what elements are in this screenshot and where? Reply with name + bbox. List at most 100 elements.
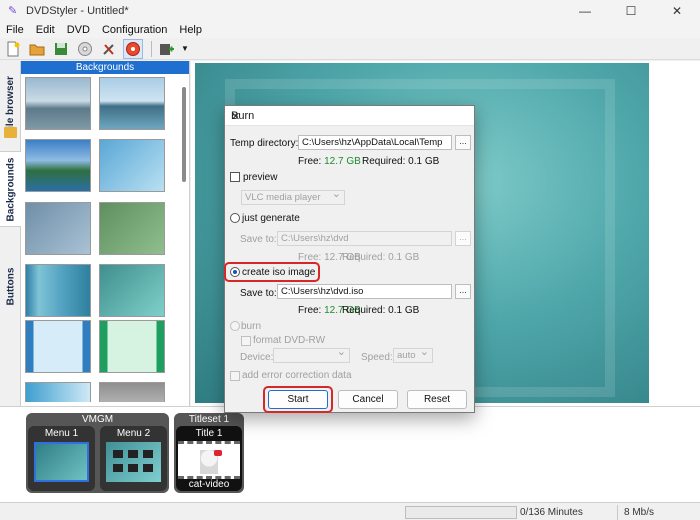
temp-directory-field[interactable]: C:\Users\hz\AppData\Local\Temp <box>298 135 452 150</box>
video-thumbnail <box>178 441 240 479</box>
generate-browse-button[interactable]: ... <box>455 231 471 246</box>
error-correction-label: add error correction data <box>242 370 352 381</box>
background-thumbnail[interactable] <box>25 77 91 130</box>
create-iso-label: create iso image <box>242 267 316 278</box>
dialog-title-bar: Burn ✕ <box>225 106 474 126</box>
background-thumbnail[interactable] <box>25 139 91 192</box>
status-progress-bar <box>405 506 517 519</box>
background-thumbnail[interactable] <box>25 320 91 373</box>
side-tabs: File browser Backgrounds Buttons <box>0 61 21 406</box>
tab-buttons-label: Buttons <box>5 267 16 305</box>
video-name: cat-video <box>188 479 230 490</box>
background-thumbnail[interactable] <box>99 382 165 402</box>
film-add-icon <box>160 43 174 55</box>
preview-player-select[interactable]: VLC media player <box>241 188 345 205</box>
iso-browse-button[interactable]: ... <box>455 284 471 299</box>
save-button[interactable] <box>51 39 71 59</box>
status-bitrate: 8 Mb/s <box>624 507 655 518</box>
save-icon <box>55 42 67 55</box>
tab-buttons[interactable]: Buttons <box>0 251 21 321</box>
menu-help[interactable]: Help <box>173 24 208 36</box>
settings-button[interactable] <box>99 39 119 59</box>
reset-button[interactable]: Reset <box>407 390 467 409</box>
minimize-button[interactable]: — <box>562 0 608 22</box>
add-file-dropdown[interactable]: ▼ <box>180 39 190 59</box>
just-generate-radio[interactable] <box>230 213 240 223</box>
chevron-down-icon: ▼ <box>181 44 189 53</box>
toolbar: ▼ <box>0 38 700 60</box>
background-thumbnail[interactable] <box>25 264 91 317</box>
background-thumbnail[interactable] <box>99 264 165 317</box>
background-thumbnail[interactable] <box>25 382 91 402</box>
folder-icon <box>4 127 17 138</box>
folder-open-icon <box>29 44 45 55</box>
background-thumbnail[interactable] <box>99 202 165 255</box>
menu-configuration[interactable]: Configuration <box>96 24 173 36</box>
app-logo-icon: ✎ <box>8 5 18 17</box>
generate-required-label: Required: 0.1 GB <box>342 252 420 263</box>
burn-radio[interactable] <box>230 321 240 331</box>
background-thumbnail[interactable] <box>99 77 165 130</box>
iso-required-label: Required: 0.1 GB <box>342 305 420 316</box>
tab-backgrounds[interactable]: Backgrounds <box>0 151 21 227</box>
burn-label: burn <box>241 321 262 332</box>
background-thumbnail[interactable] <box>25 202 91 255</box>
device-select[interactable] <box>273 346 350 363</box>
generate-save-to-label: Save to: <box>240 234 277 245</box>
burn-disc-icon <box>126 41 140 56</box>
generate-save-to-field[interactable]: C:\Users\hz\dvd <box>277 231 452 246</box>
menu-1-label: Menu 1 <box>44 428 79 439</box>
speed-select[interactable]: auto <box>393 346 433 363</box>
menu-1-thumbnail <box>34 442 89 482</box>
cancel-button[interactable]: Cancel <box>338 390 398 409</box>
panel-scrollbar[interactable] <box>180 77 188 402</box>
toolbar-separator <box>151 40 152 57</box>
iso-save-to-field[interactable]: C:\Users\hz\dvd.iso <box>277 284 452 299</box>
add-file-button[interactable] <box>156 39 176 59</box>
title-bar: ✎ DVDStyler - Untitled* — ☐ ✕ <box>0 0 700 22</box>
temp-browse-button[interactable]: ... <box>455 135 471 150</box>
background-thumbnail[interactable] <box>99 139 165 192</box>
vmgm-label: VMGM <box>81 414 114 425</box>
device-label: Device: <box>240 352 274 363</box>
disc-button[interactable] <box>75 39 95 59</box>
backgrounds-panel: Backgrounds <box>21 61 190 406</box>
format-dvdrw-checkbox[interactable] <box>241 336 251 346</box>
burn-button[interactable] <box>123 38 143 59</box>
new-file-button[interactable] <box>3 39 23 59</box>
error-correction-checkbox[interactable] <box>230 371 240 381</box>
dialog-close-icon[interactable]: ✕ <box>231 110 468 123</box>
window-controls: — ☐ ✕ <box>562 0 700 22</box>
iso-save-to-label: Save to: <box>240 288 277 299</box>
preview-checkbox[interactable] <box>230 172 240 182</box>
start-button[interactable]: Start <box>268 390 328 409</box>
menu-bar: File Edit DVD Configuration Help <box>0 22 700 38</box>
menu-2-card[interactable]: Menu 2 <box>100 426 167 491</box>
menu-file[interactable]: File <box>0 24 30 36</box>
just-generate-label: just generate <box>242 213 300 224</box>
maximize-button[interactable]: ☐ <box>608 0 654 22</box>
menu-edit[interactable]: Edit <box>30 24 61 36</box>
status-bar: 0/136 Minutes 8 Mb/s <box>0 502 700 520</box>
create-iso-radio[interactable] <box>230 267 240 277</box>
menu-1-card[interactable]: Menu 1 <box>28 426 95 491</box>
window-title: DVDStyler - Untitled* <box>26 5 129 17</box>
title-1-label: Title 1 <box>195 428 223 439</box>
new-file-icon <box>7 41 20 56</box>
temp-required-label: Required: 0.1 GB <box>362 156 440 167</box>
menu-dvd[interactable]: DVD <box>61 24 96 36</box>
temp-directory-label: Temp directory: <box>230 138 299 149</box>
vmgm-group: VMGM Menu 1 Menu 2 <box>26 413 169 493</box>
titleset-label: Titleset 1 <box>188 414 230 425</box>
close-window-button[interactable]: ✕ <box>654 0 700 22</box>
tools-icon <box>103 43 114 55</box>
open-folder-button[interactable] <box>27 39 47 59</box>
free-label: Free: <box>298 156 322 167</box>
format-dvdrw-label: format DVD-RW <box>253 335 326 346</box>
titleset-manager: VMGM Menu 1 Menu 2 Titleset 1 Title 1 ca… <box>0 406 700 502</box>
status-separator <box>617 505 618 520</box>
background-thumbnail[interactable] <box>99 320 165 373</box>
scrollbar-thumb[interactable] <box>182 87 186 182</box>
free-label: Free: <box>298 305 322 316</box>
title-1-card[interactable]: Title 1 cat-video <box>176 426 242 491</box>
